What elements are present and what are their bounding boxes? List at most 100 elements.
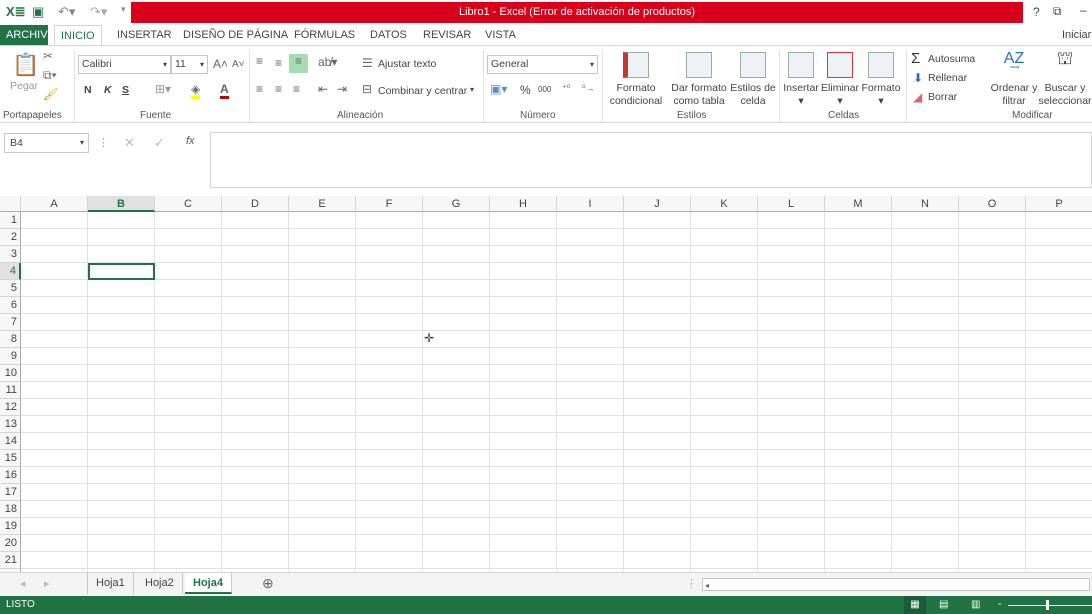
cell-L16[interactable]: [758, 467, 825, 484]
column-header-K[interactable]: K: [691, 196, 758, 212]
cell-P1[interactable]: [1026, 212, 1092, 229]
cell-O12[interactable]: [959, 399, 1026, 416]
cell-D17[interactable]: [222, 484, 289, 501]
column-header-P[interactable]: P: [1026, 196, 1092, 212]
row-header-17[interactable]: 17: [0, 484, 21, 501]
cell-I20[interactable]: [557, 535, 624, 552]
cell-G9[interactable]: [423, 348, 490, 365]
conditional-format-button[interactable]: Formato condicional: [605, 52, 667, 108]
cell-B8[interactable]: [88, 331, 155, 348]
cell-E11[interactable]: [289, 382, 356, 399]
cell-D10[interactable]: [222, 365, 289, 382]
cell-L14[interactable]: [758, 433, 825, 450]
zoom-slider[interactable]: [1008, 605, 1092, 606]
format-as-table-button[interactable]: Dar formato como tabla: [668, 52, 730, 108]
borders-icon[interactable]: ⊞▾: [155, 82, 171, 96]
cell-I2[interactable]: [557, 229, 624, 246]
cell-N13[interactable]: [892, 416, 959, 433]
sheet-tab-hoja4[interactable]: Hoja4: [185, 573, 232, 594]
redo-icon[interactable]: ↷▾: [90, 4, 107, 20]
cell-A10[interactable]: [21, 365, 88, 382]
cell-A16[interactable]: [21, 467, 88, 484]
cell-I9[interactable]: [557, 348, 624, 365]
cell-H16[interactable]: [490, 467, 557, 484]
cell-N16[interactable]: [892, 467, 959, 484]
cell-N10[interactable]: [892, 365, 959, 382]
cell-N7[interactable]: [892, 314, 959, 331]
cell-M13[interactable]: [825, 416, 892, 433]
cell-E8[interactable]: [289, 331, 356, 348]
font-name-select[interactable]: Calibri ▾: [78, 55, 171, 74]
cell-L3[interactable]: [758, 246, 825, 263]
tab-inicio[interactable]: INICIO: [54, 25, 102, 45]
insert-function-icon[interactable]: fx: [186, 135, 195, 147]
cell-O11[interactable]: [959, 382, 1026, 399]
cell-E19[interactable]: [289, 518, 356, 535]
cell-O21[interactable]: [959, 552, 1026, 569]
paste-icon[interactable]: 📋: [12, 52, 39, 78]
cell-F20[interactable]: [356, 535, 423, 552]
cell-F21[interactable]: [356, 552, 423, 569]
cell-P11[interactable]: [1026, 382, 1092, 399]
cell-P14[interactable]: [1026, 433, 1092, 450]
cell-E3[interactable]: [289, 246, 356, 263]
cell-H20[interactable]: [490, 535, 557, 552]
cell-G3[interactable]: [423, 246, 490, 263]
cell-K12[interactable]: [691, 399, 758, 416]
cell-J16[interactable]: [624, 467, 691, 484]
cell-F9[interactable]: [356, 348, 423, 365]
cell-B10[interactable]: [88, 365, 155, 382]
page-break-icon[interactable]: ▥: [971, 596, 980, 614]
column-header-B[interactable]: B: [88, 196, 155, 212]
cell-O3[interactable]: [959, 246, 1026, 263]
cell-J6[interactable]: [624, 297, 691, 314]
cell-G12[interactable]: [423, 399, 490, 416]
format-cells-button[interactable]: Formato ▾: [860, 52, 902, 108]
cell-K11[interactable]: [691, 382, 758, 399]
cell-M19[interactable]: [825, 518, 892, 535]
cell-P15[interactable]: [1026, 450, 1092, 467]
row-header-20[interactable]: 20: [0, 535, 21, 552]
cell-F15[interactable]: [356, 450, 423, 467]
cell-J2[interactable]: [624, 229, 691, 246]
cell-G19[interactable]: [423, 518, 490, 535]
cell-N6[interactable]: [892, 297, 959, 314]
cell-A6[interactable]: [21, 297, 88, 314]
cell-C2[interactable]: [155, 229, 222, 246]
cell-N19[interactable]: [892, 518, 959, 535]
cell-E2[interactable]: [289, 229, 356, 246]
cell-I3[interactable]: [557, 246, 624, 263]
cell-G5[interactable]: [423, 280, 490, 297]
merge-dropdown-icon[interactable]: ▾: [470, 85, 474, 94]
cell-D6[interactable]: [222, 297, 289, 314]
cell-P9[interactable]: [1026, 348, 1092, 365]
cell-I19[interactable]: [557, 518, 624, 535]
cell-N3[interactable]: [892, 246, 959, 263]
cell-D11[interactable]: [222, 382, 289, 399]
percent-button[interactable]: %: [520, 83, 531, 97]
row-header-14[interactable]: 14: [0, 433, 21, 450]
zoom-slider-thumb[interactable]: [1046, 600, 1049, 610]
number-format-select[interactable]: General ▾: [487, 55, 598, 74]
cell-E5[interactable]: [289, 280, 356, 297]
cell-K3[interactable]: [691, 246, 758, 263]
cell-P17[interactable]: [1026, 484, 1092, 501]
cell-J7[interactable]: [624, 314, 691, 331]
cell-M1[interactable]: [825, 212, 892, 229]
merge-center-icon[interactable]: ⊟: [362, 82, 372, 96]
cell-P7[interactable]: [1026, 314, 1092, 331]
cell-O13[interactable]: [959, 416, 1026, 433]
cell-G6[interactable]: [423, 297, 490, 314]
clear-button[interactable]: Borrar: [928, 91, 957, 103]
cell-J14[interactable]: [624, 433, 691, 450]
cell-M20[interactable]: [825, 535, 892, 552]
cell-A7[interactable]: [21, 314, 88, 331]
cell-C19[interactable]: [155, 518, 222, 535]
scroll-right-icon[interactable]: ▸: [44, 577, 50, 590]
cell-H18[interactable]: [490, 501, 557, 518]
cell-E15[interactable]: [289, 450, 356, 467]
cell-E14[interactable]: [289, 433, 356, 450]
cell-I8[interactable]: [557, 331, 624, 348]
cell-H10[interactable]: [490, 365, 557, 382]
cell-M15[interactable]: [825, 450, 892, 467]
